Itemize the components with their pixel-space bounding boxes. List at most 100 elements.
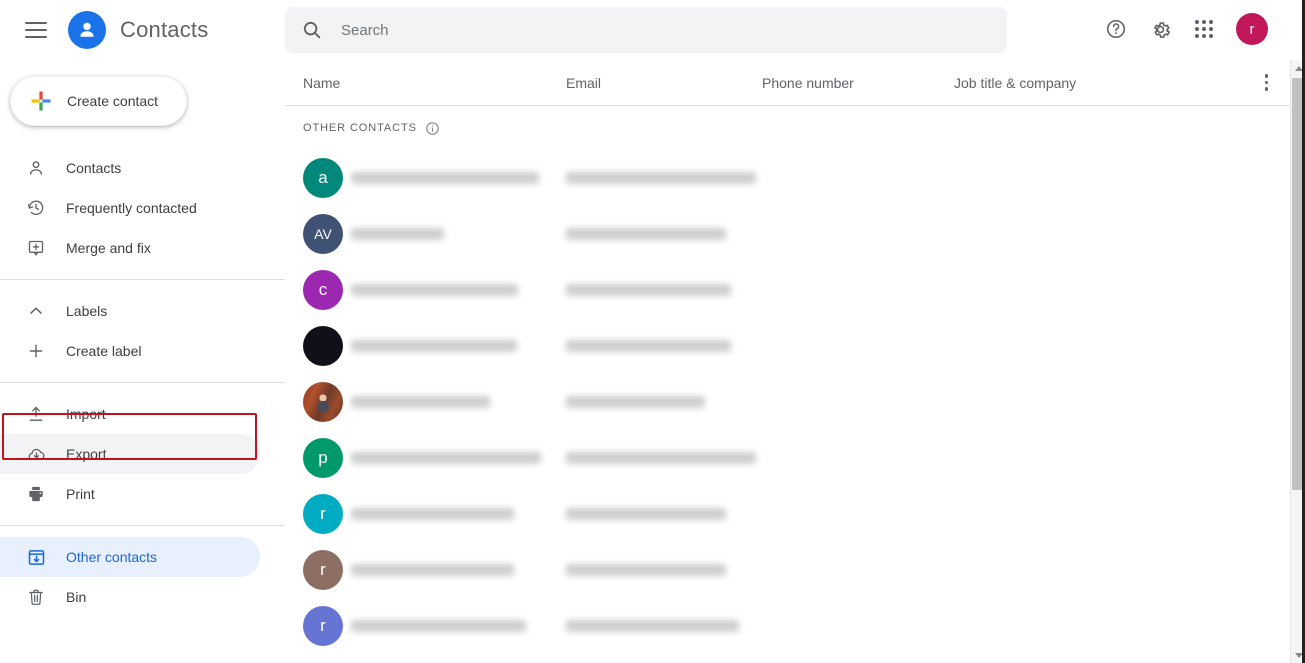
top-bar: Contacts Search r xyxy=(0,0,1290,60)
sidebar-item-frequently-contacted[interactable]: Frequently contacted xyxy=(0,188,260,228)
chevron-up-icon xyxy=(24,299,48,323)
apps-grid-icon[interactable] xyxy=(1182,7,1226,51)
history-clock-icon xyxy=(24,196,48,220)
contacts-table: Name Email Phone number Job title & comp… xyxy=(285,60,1290,663)
table-row[interactable]: r xyxy=(285,598,1290,654)
cell-name-redacted xyxy=(351,340,517,352)
table-header-row: Name Email Phone number Job title & comp… xyxy=(285,60,1290,106)
sidebar-item-label: Other contacts xyxy=(66,549,158,565)
contacts-person-logo xyxy=(68,11,106,49)
hamburger-icon[interactable] xyxy=(12,6,60,54)
avatar-initial[interactable]: r xyxy=(303,550,343,590)
sidebar-item-label: Import xyxy=(66,406,106,422)
app-title: Contacts xyxy=(120,17,209,42)
divider xyxy=(0,525,285,526)
brand[interactable]: Contacts xyxy=(68,11,208,49)
cell-email-redacted xyxy=(566,452,756,464)
avatar-initial[interactable]: AV xyxy=(303,214,343,254)
sidebar-item-label: Create label xyxy=(66,343,142,359)
top-icon-cluster: r xyxy=(1094,7,1268,51)
avatar-initial[interactable] xyxy=(303,326,343,366)
google-plus-icon xyxy=(29,89,53,113)
merge-box-icon xyxy=(24,236,48,260)
cell-email-redacted xyxy=(566,564,726,576)
sidebar-item-label: Bin xyxy=(66,589,87,605)
column-header-email[interactable]: Email xyxy=(566,75,601,91)
other-contacts-icon xyxy=(24,545,48,569)
avatar-photo-image xyxy=(303,382,343,422)
search-bar[interactable] xyxy=(285,7,1007,53)
cell-email-redacted xyxy=(566,228,726,240)
sidebar-item-other-contacts[interactable]: Other contacts xyxy=(0,537,260,577)
sidebar-item-label: Merge and fix xyxy=(66,240,151,256)
column-header-name[interactable]: Name xyxy=(303,75,340,91)
table-row[interactable] xyxy=(285,374,1290,430)
cell-email-redacted xyxy=(566,340,731,352)
cell-name-redacted xyxy=(351,508,514,520)
sidebar-item-labels[interactable]: Labels xyxy=(0,291,260,331)
sidebar-item-contacts[interactable]: Contacts xyxy=(0,148,260,188)
section-header-other-contacts: OTHER CONTACTS xyxy=(285,106,1290,150)
sidebar-nav: Contacts Frequently contacted Merge and … xyxy=(0,148,285,617)
sidebar: Create contact Contacts Frequently conta… xyxy=(0,60,285,663)
sidebar-item-label: Print xyxy=(66,486,95,502)
sidebar-item-bin[interactable]: Bin xyxy=(0,577,260,617)
cell-name-redacted xyxy=(351,228,444,240)
cell-name-redacted xyxy=(351,396,490,408)
search-icon xyxy=(301,19,323,41)
person-outline-icon xyxy=(24,156,48,180)
avatar-initial[interactable]: a xyxy=(303,158,343,198)
plus-icon xyxy=(24,339,48,363)
contact-rows: a AV c p r r r xyxy=(285,150,1290,654)
cell-name-redacted xyxy=(351,564,514,576)
info-circle-icon[interactable] xyxy=(425,121,440,136)
cell-name-redacted xyxy=(351,172,539,184)
sidebar-item-import[interactable]: Import xyxy=(0,394,260,434)
cell-name-redacted xyxy=(351,620,526,632)
sidebar-item-export[interactable]: Export xyxy=(0,434,260,474)
cell-name-redacted xyxy=(351,284,518,296)
sidebar-item-label: Frequently contacted xyxy=(66,200,197,216)
upload-icon xyxy=(24,402,48,426)
table-row[interactable]: AV xyxy=(285,206,1290,262)
cell-email-redacted xyxy=(566,508,726,520)
cell-email-redacted xyxy=(566,284,731,296)
sidebar-item-merge-and-fix[interactable]: Merge and fix xyxy=(0,228,260,268)
avatar[interactable]: r xyxy=(1236,13,1268,45)
sidebar-item-label: Export xyxy=(66,446,107,462)
table-row[interactable]: p xyxy=(285,430,1290,486)
search-input[interactable] xyxy=(341,21,1007,39)
section-title: OTHER CONTACTS xyxy=(303,122,417,134)
divider xyxy=(0,279,285,280)
avatar-initial[interactable]: r xyxy=(303,606,343,646)
cell-name-redacted xyxy=(351,452,541,464)
column-header-job-title-company[interactable]: Job title & company xyxy=(954,75,1076,91)
gear-icon[interactable] xyxy=(1138,7,1182,51)
printer-icon xyxy=(24,482,48,506)
sidebar-item-print[interactable]: Print xyxy=(0,474,260,514)
help-circle-icon[interactable] xyxy=(1094,7,1138,51)
table-row[interactable]: c xyxy=(285,262,1290,318)
table-row[interactable]: r xyxy=(285,542,1290,598)
avatar-photo[interactable] xyxy=(303,382,343,422)
cloud-download-icon xyxy=(24,442,48,466)
table-row[interactable]: a xyxy=(285,150,1290,206)
sidebar-item-label: Labels xyxy=(66,303,108,319)
table-row[interactable]: r xyxy=(285,486,1290,542)
table-row[interactable] xyxy=(285,318,1290,374)
divider xyxy=(0,382,285,383)
column-header-phone-number[interactable]: Phone number xyxy=(762,75,854,91)
sidebar-item-create-label[interactable]: Create label xyxy=(0,331,260,371)
more-vert-icon[interactable] xyxy=(1264,74,1268,91)
avatar-initial[interactable]: c xyxy=(303,270,343,310)
avatar-initial[interactable]: r xyxy=(303,494,343,534)
cell-email-redacted xyxy=(566,620,739,632)
sidebar-item-label: Contacts xyxy=(66,160,122,176)
contacts-app: Contacts Search r Create contact Contact… xyxy=(0,0,1305,663)
avatar-initial[interactable]: p xyxy=(303,438,343,478)
cell-email-redacted xyxy=(566,396,705,408)
create-contact-button[interactable]: Create contact xyxy=(10,76,187,126)
trash-bin-icon xyxy=(24,585,48,609)
create-contact-label: Create contact xyxy=(67,93,159,109)
cell-email-redacted xyxy=(566,172,756,184)
